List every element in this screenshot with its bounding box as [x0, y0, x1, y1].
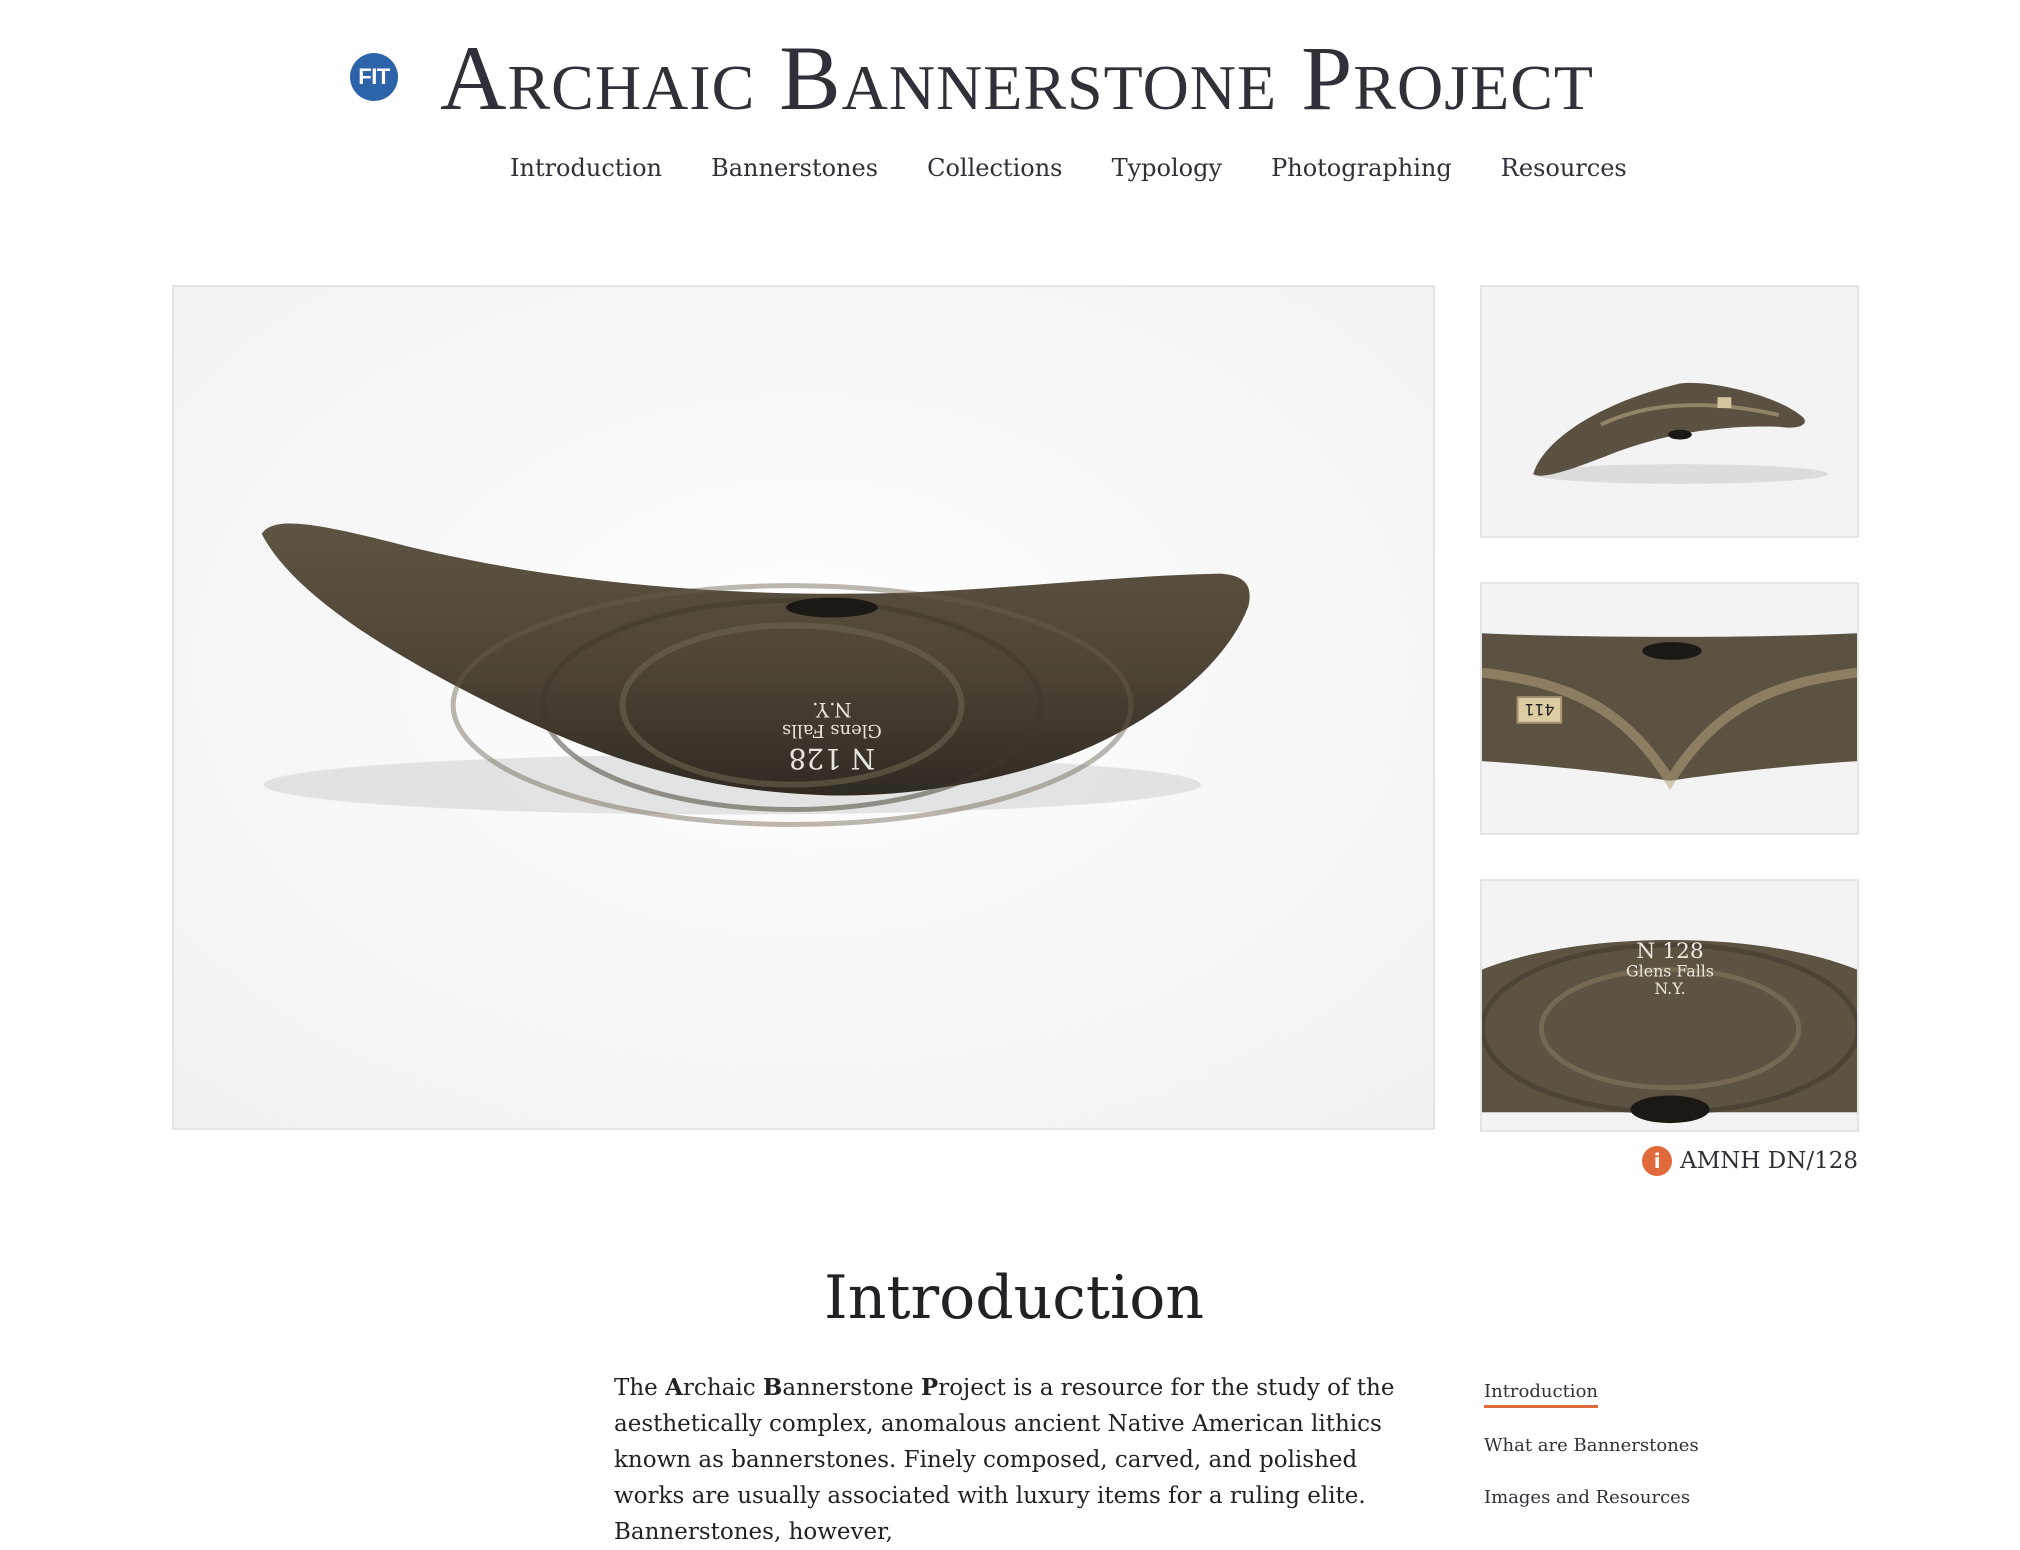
toc-what-are-bannerstones[interactable]: What are Bannerstones — [1484, 1434, 1824, 1458]
main-nav: Introduction Bannerstones Collections Ty… — [510, 150, 1671, 186]
intro-initial-a: A — [665, 1374, 683, 1401]
thumbnail-3-inscription-1: N 128 — [1636, 939, 1704, 964]
thumbnail-1[interactable] — [1480, 285, 1859, 538]
nav-resources[interactable]: Resources — [1501, 150, 1627, 186]
intro-text-part: The — [614, 1375, 666, 1401]
thumbnail-2-image: 411 — [1482, 584, 1857, 833]
thumbnail-3-inscription-3: N.Y. — [1654, 979, 1685, 998]
inscription-line-1: N.Y. — [812, 698, 851, 721]
thumbnail-3-inscription-2: Glens Falls — [1626, 962, 1714, 981]
toc-introduction[interactable]: Introduction — [1484, 1380, 1598, 1408]
intro-initial-p: P — [920, 1374, 939, 1401]
thumbnail-1-image — [1482, 287, 1857, 536]
inscription-line-3: N 128 — [789, 742, 876, 775]
nav-photographing[interactable]: Photographing — [1271, 150, 1452, 186]
bannerstone-image: N.Y. Glens Falls N 128 — [174, 287, 1433, 1128]
photo-caption: i AMNH DN/128 — [1642, 1146, 1858, 1178]
thumbnail-3-image: N 128 Glens Falls N.Y. — [1482, 881, 1857, 1130]
thumbnail-2[interactable]: 411 — [1480, 582, 1859, 835]
toc-images-and-resources[interactable]: Images and Resources — [1484, 1486, 1824, 1510]
site-title[interactable]: Archaic Bannerstone Project — [440, 28, 1610, 128]
intro-initial-b: B — [762, 1374, 783, 1401]
nav-collections[interactable]: Collections — [927, 150, 1062, 186]
intro-paragraph: The Archaic Bannerstone Project is a res… — [614, 1370, 1434, 1550]
intro-text-part: annerstone — [782, 1375, 921, 1401]
page-toc: Introduction What are Bannerstones Image… — [1484, 1380, 1824, 1538]
info-icon[interactable]: i — [1642, 1146, 1673, 1176]
thumbnail-3[interactable]: N 128 Glens Falls N.Y. — [1480, 879, 1859, 1132]
nav-introduction[interactable]: Introduction — [510, 150, 662, 186]
main-bannerstone-photo[interactable]: N.Y. Glens Falls N 128 — [172, 285, 1435, 1130]
caption-text: AMNH DN/128 — [1680, 1148, 1858, 1174]
fit-logo-badge[interactable]: FIT — [350, 53, 398, 101]
thumbnail-2-label: 411 — [1524, 700, 1554, 719]
intro-heading: Introduction — [824, 1263, 1204, 1333]
nav-bannerstones[interactable]: Bannerstones — [711, 150, 878, 186]
toc-item-wrapper: Introduction — [1484, 1380, 1824, 1434]
nav-typology[interactable]: Typology — [1112, 150, 1222, 186]
intro-text-part: rchaic — [682, 1375, 763, 1401]
inscription-line-2: Glens Falls — [782, 720, 882, 741]
